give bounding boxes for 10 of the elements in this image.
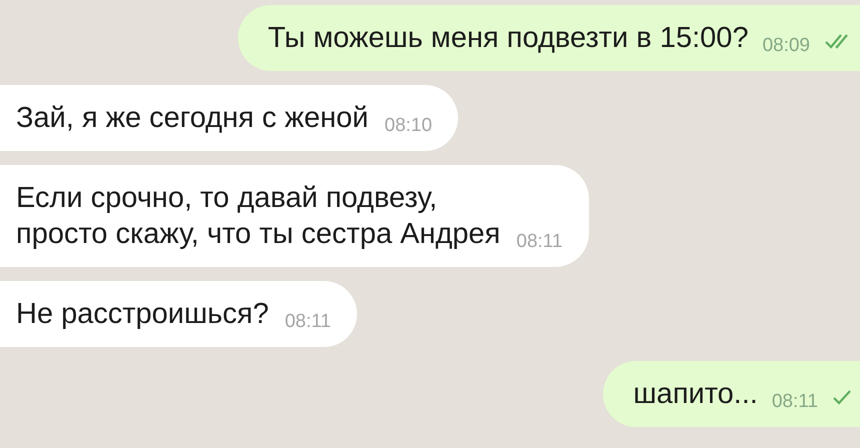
message-text: Если срочно, то давай подвезу, просто скажу, что ты сестра Андрея <box>16 181 500 252</box>
message-time: 08:10 <box>384 114 432 138</box>
message-text: Не расстроишься? <box>16 297 269 332</box>
message-time: 08:11 <box>516 230 563 254</box>
message-text: Зай, я же сегодня с женой <box>16 101 368 136</box>
message-time: 08:09 <box>762 34 810 58</box>
message-text: Ты можешь меня подвезти в 15:00? <box>268 21 748 56</box>
message-text: шапито... <box>633 377 758 412</box>
message-time: 08:11 <box>772 390 818 414</box>
message-time: 08:11 <box>284 310 331 334</box>
